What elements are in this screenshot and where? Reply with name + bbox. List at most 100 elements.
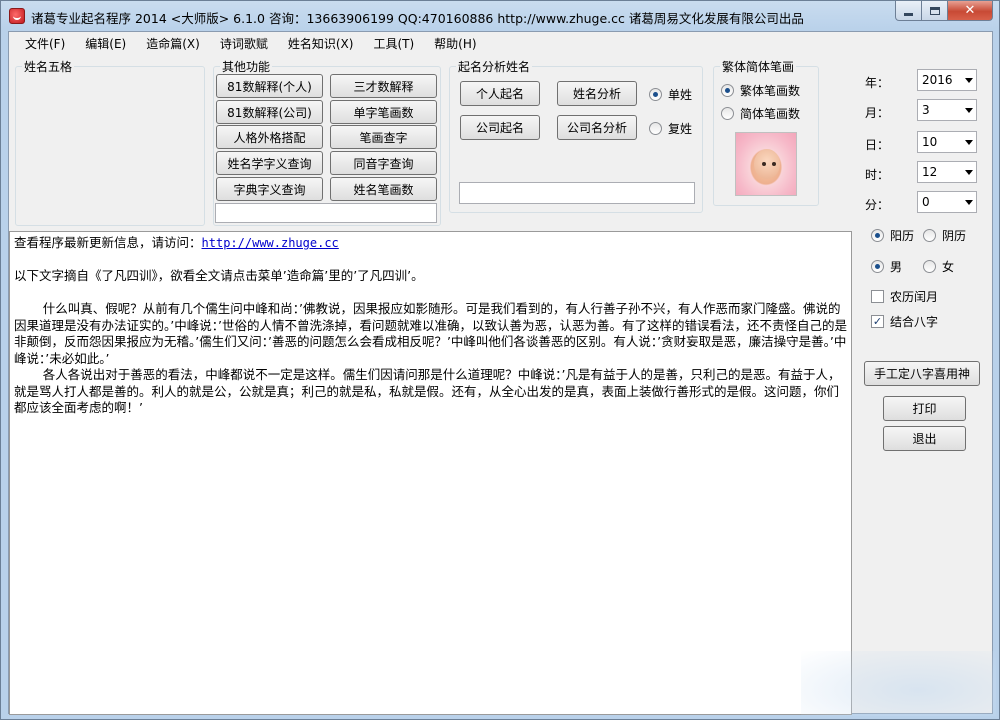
update-info-prefix: 查看程序最新更新信息，请访问： — [14, 235, 202, 250]
radio-lunar-calendar[interactable]: 阴历 — [923, 227, 966, 244]
excerpt-intro: 以下文字摘自《了凡四训》，欲看全文请点击菜单’造命篇’里的’了凡四训’。 — [14, 268, 424, 283]
analysis-group-title: 起名分析姓名 — [458, 60, 531, 74]
day-value: 10 — [922, 135, 938, 149]
month-value: 3 — [922, 103, 930, 117]
radio-solar-calendar[interactable]: 阳历 — [871, 227, 914, 244]
menu-destiny[interactable]: 造命篇(X) — [138, 33, 208, 54]
radio-female-dot[interactable] — [923, 260, 936, 273]
year-select[interactable]: 2016 — [917, 69, 977, 91]
btn-single-char-strokes[interactable]: 单字笔画数 — [330, 100, 437, 124]
update-info-line: 查看程序最新更新信息，请访问：http://www.zhuge.cc — [14, 235, 847, 252]
month-label: 月： — [865, 106, 890, 120]
bazi-xiyong-button[interactable]: 手工定八字喜用神 — [864, 361, 980, 386]
btn-81-personal[interactable]: 81数解释(个人) — [216, 74, 323, 98]
radio-lunar-label: 阴历 — [942, 229, 967, 243]
radio-traditional-dot[interactable] — [721, 84, 734, 97]
btn-name-meaning[interactable]: 姓名学字义查询 — [216, 151, 323, 175]
title-bar[interactable]: 诸葛专业起名程序 2014 <大师版> 6.1.0 咨询：13663906199… — [1, 1, 999, 31]
hour-label: 时： — [865, 168, 890, 182]
radio-single-surname-dot[interactable] — [649, 88, 662, 101]
menu-poetry[interactable]: 诗词歌赋 — [212, 33, 276, 54]
btn-personal-naming[interactable]: 个人起名 — [460, 81, 540, 106]
radio-simplified-label: 简体笔画数 — [740, 107, 801, 121]
radio-traditional-strokes[interactable]: 繁体笔画数 — [721, 82, 800, 99]
exit-button[interactable]: 退出 — [883, 426, 966, 451]
btn-renge-waige[interactable]: 人格外格搭配 — [216, 125, 323, 149]
close-button[interactable]: ✕ — [948, 1, 993, 21]
year-label: 年： — [865, 76, 890, 90]
radio-double-surname-label: 复姓 — [668, 122, 693, 136]
radio-male[interactable]: 男 — [871, 258, 902, 275]
day-label: 日： — [865, 138, 890, 152]
website-link[interactable]: http://www.zhuge.cc — [202, 236, 339, 250]
minute-value: 0 — [922, 195, 930, 209]
analysis-name-input[interactable] — [459, 182, 695, 204]
wuge-group-title: 姓名五格 — [24, 60, 73, 74]
check-combine-bazi-box[interactable]: ✓ — [871, 315, 884, 328]
radio-solar-label: 阳历 — [890, 229, 915, 243]
minute-label: 分： — [865, 198, 890, 212]
radio-single-surname[interactable]: 单姓 — [649, 86, 692, 103]
check-combine-bazi-label: 结合八字 — [890, 315, 939, 329]
btn-stroke-lookup[interactable]: 笔画查字 — [330, 125, 437, 149]
radio-simplified-strokes[interactable]: 简体笔画数 — [721, 105, 800, 122]
check-leap-month[interactable]: 农历闰月 — [871, 288, 938, 305]
btn-name-analysis[interactable]: 姓名分析 — [557, 81, 637, 106]
excerpt-paragraph-2: 各人各说出对于善恶的看法，中峰都说不一定是这样。儒生们因请问那是什么道理呢？中峰… — [14, 367, 841, 415]
btn-company-naming[interactable]: 公司起名 — [460, 115, 540, 140]
menu-name-knowledge[interactable]: 姓名知识(X) — [280, 33, 362, 54]
window-title: 诸葛专业起名程序 2014 <大师版> 6.1.0 咨询：13663906199… — [31, 11, 804, 26]
baby-photo — [735, 132, 797, 196]
minimize-button[interactable] — [895, 1, 922, 21]
chevron-down-icon — [965, 108, 973, 113]
btn-name-strokes[interactable]: 姓名笔画数 — [330, 177, 437, 201]
baby-eye-left — [762, 162, 766, 166]
radio-simplified-dot[interactable] — [721, 107, 734, 120]
menu-edit[interactable]: 编辑(E) — [77, 33, 134, 54]
btn-81-company[interactable]: 81数解释(公司) — [216, 100, 323, 124]
content-text-area[interactable]: 查看程序最新更新信息，请访问：http://www.zhuge.cc 以下文字摘… — [9, 231, 852, 715]
print-button[interactable]: 打印 — [883, 396, 966, 421]
menu-bar: 文件(F) 编辑(E) 造命篇(X) 诗词歌赋 姓名知识(X) 工具(T) 帮助… — [9, 32, 992, 54]
chevron-down-icon — [965, 140, 973, 145]
radio-solar-dot[interactable] — [871, 229, 884, 242]
radio-male-label: 男 — [890, 260, 903, 274]
maximize-icon — [929, 6, 940, 15]
radio-single-surname-label: 单姓 — [668, 88, 693, 102]
app-window: 诸葛专业起名程序 2014 <大师版> 6.1.0 咨询：13663906199… — [0, 0, 1000, 720]
app-logo-icon — [9, 8, 25, 24]
client-area: 文件(F) 编辑(E) 造命篇(X) 诗词歌赋 姓名知识(X) 工具(T) 帮助… — [8, 31, 993, 715]
wuge-group: 姓名五格 — [15, 58, 205, 226]
radio-male-dot[interactable] — [871, 260, 884, 273]
btn-company-analysis[interactable]: 公司名分析 — [557, 115, 637, 140]
radio-double-surname-dot[interactable] — [649, 122, 662, 135]
hour-value: 12 — [922, 165, 938, 179]
other-functions-title: 其他功能 — [222, 60, 271, 74]
radio-female-label: 女 — [942, 260, 955, 274]
radio-traditional-label: 繁体笔画数 — [740, 84, 801, 98]
btn-dictionary[interactable]: 字典字义查询 — [216, 177, 323, 201]
menu-help[interactable]: 帮助(H) — [426, 33, 484, 54]
radio-lunar-dot[interactable] — [923, 229, 936, 242]
chevron-down-icon — [965, 170, 973, 175]
minute-select[interactable]: 0 — [917, 191, 977, 213]
check-leap-month-label: 农历闰月 — [890, 290, 939, 304]
maximize-button[interactable] — [922, 1, 948, 21]
radio-female[interactable]: 女 — [923, 258, 954, 275]
btn-sancai[interactable]: 三才数解释 — [330, 74, 437, 98]
day-select[interactable]: 10 — [917, 131, 977, 153]
hour-select[interactable]: 12 — [917, 161, 977, 183]
menu-file[interactable]: 文件(F) — [17, 33, 73, 54]
other-functions-input[interactable] — [215, 203, 437, 223]
blank-line-2 — [14, 285, 847, 302]
month-select[interactable]: 3 — [917, 99, 977, 121]
check-combine-bazi[interactable]: ✓ 结合八字 — [871, 313, 938, 330]
check-leap-month-box[interactable] — [871, 290, 884, 303]
radio-double-surname[interactable]: 复姓 — [649, 120, 692, 137]
btn-homophone[interactable]: 同音字查询 — [330, 151, 437, 175]
baby-face — [754, 149, 780, 179]
chevron-down-icon — [965, 200, 973, 205]
background-watermark — [801, 651, 996, 716]
menu-tools[interactable]: 工具(T) — [365, 33, 422, 54]
